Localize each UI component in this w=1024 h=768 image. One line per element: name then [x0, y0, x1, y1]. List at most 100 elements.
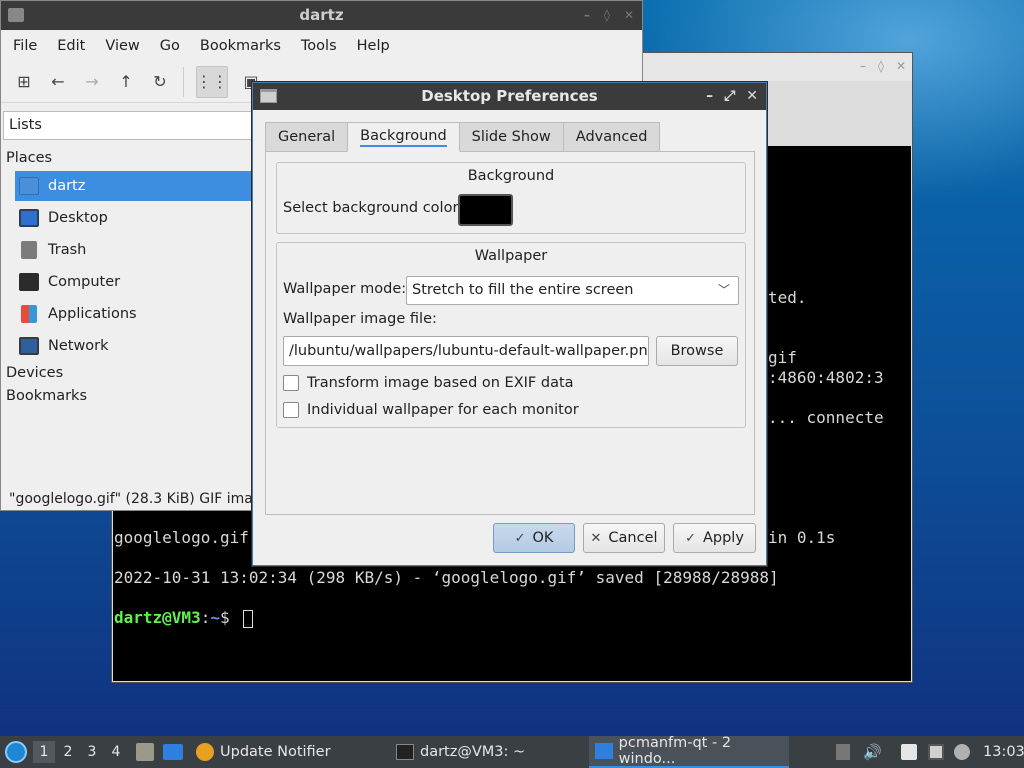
status-bar: "googlelogo.gif" (28.3 KiB) GIF image: [9, 491, 271, 507]
exif-checkbox-row[interactable]: Transform image based on EXIF data: [283, 375, 574, 391]
workspace-2[interactable]: 2: [57, 741, 79, 763]
folder-icon: [8, 8, 24, 22]
maximize-icon[interactable]: ◊: [878, 59, 884, 73]
exif-checkbox[interactable]: [283, 375, 299, 391]
show-desktop-icon[interactable]: [163, 744, 183, 760]
main-menu-button[interactable]: [5, 736, 27, 768]
browse-button[interactable]: Browse: [656, 336, 738, 366]
side-pane-mode-select[interactable]: Lists: [3, 111, 257, 140]
task-label: Update Notifier: [220, 744, 331, 760]
per-monitor-label: Individual wallpaper for each monitor: [307, 402, 579, 418]
prompt-separator: :: [200, 608, 211, 627]
dialog-titlebar[interactable]: Desktop Preferences – ⤢ ✕: [253, 83, 766, 110]
browse-label: Browse: [670, 343, 724, 359]
place-label: Network: [48, 338, 109, 354]
up-arrow-icon[interactable]: ↑: [115, 71, 137, 93]
workspace-4[interactable]: 4: [105, 741, 127, 763]
wallpaper-mode-label: Wallpaper mode:: [283, 281, 407, 297]
new-tab-icon[interactable]: ⊞: [13, 71, 35, 93]
task-pcmanfm[interactable]: pcmanfm-qt - 2 windo...: [589, 735, 789, 768]
place-item-network[interactable]: Network: [15, 331, 255, 361]
tab-advanced[interactable]: Advanced: [562, 122, 661, 152]
place-item-desktop[interactable]: Desktop: [15, 203, 255, 233]
icon-view-icon[interactable]: ⋮⋮: [196, 65, 228, 98]
volume-icon[interactable]: 🔊: [863, 744, 882, 760]
bookmarks-header[interactable]: Bookmarks: [6, 388, 87, 404]
menu-file[interactable]: File: [3, 38, 47, 54]
place-item-trash[interactable]: Trash: [15, 235, 255, 265]
computer-icon: [19, 273, 39, 291]
clipboard-icon[interactable]: [901, 744, 917, 760]
desktop-preferences-dialog[interactable]: Desktop Preferences – ⤢ ✕ General Backgr…: [252, 82, 767, 566]
folder-icon: [595, 743, 613, 759]
minimize-icon[interactable]: –: [860, 59, 866, 73]
minimize-icon[interactable]: –: [706, 83, 713, 110]
notification-icon[interactable]: [954, 744, 970, 760]
wallpaper-mode-select[interactable]: Stretch to fill the entire screen ﹀: [406, 276, 739, 305]
menu-edit[interactable]: Edit: [47, 38, 95, 54]
ok-label: OK: [532, 530, 554, 546]
updates-tray-icon[interactable]: [836, 744, 850, 760]
maximize-icon[interactable]: ⤢: [724, 83, 735, 110]
menu-bookmarks[interactable]: Bookmarks: [190, 38, 291, 54]
place-item-applications[interactable]: Applications: [15, 299, 255, 329]
close-icon[interactable]: ✕: [746, 83, 758, 110]
reload-icon[interactable]: ↻: [149, 71, 171, 93]
terminal-line: googlelogo.gif: [114, 528, 249, 547]
terminal-line: :4860:4802:3: [768, 368, 884, 387]
tab-slide-show[interactable]: Slide Show: [458, 122, 564, 152]
menu-tools[interactable]: Tools: [291, 38, 347, 54]
network-status-icon[interactable]: [928, 744, 944, 760]
update-notifier-icon: [196, 743, 214, 761]
per-monitor-checkbox-row[interactable]: Individual wallpaper for each monitor: [283, 402, 579, 418]
workspace-3[interactable]: 3: [81, 741, 103, 763]
apply-button[interactable]: ✓ Apply: [673, 523, 756, 553]
apply-label: Apply: [702, 530, 744, 546]
workspace-1[interactable]: 1: [33, 741, 55, 763]
file-manager-titlebar[interactable]: dartz – ◊ ✕: [1, 1, 642, 30]
places-header[interactable]: Places: [6, 150, 52, 166]
tab-general[interactable]: General: [265, 122, 349, 152]
menu-go[interactable]: Go: [150, 38, 190, 54]
minimize-icon[interactable]: –: [584, 1, 590, 30]
terminal-line: 2022-10-31 13:02:34 (298 KB/s) - ‘google…: [114, 568, 779, 587]
taskbar: 1 2 3 4 Update Notifier dartz@VM3: ~ pcm…: [0, 735, 1024, 768]
tab-label: Slide Show: [471, 129, 551, 145]
background-tab-panel: Background Select background color: Wall…: [265, 151, 755, 515]
forward-arrow-icon[interactable]: →: [81, 71, 103, 93]
wallpaper-file-input[interactable]: /lubuntu/wallpapers/lubuntu-default-wall…: [283, 336, 649, 366]
window-icon: [260, 89, 277, 103]
applications-icon: [21, 305, 37, 323]
close-icon[interactable]: ✕: [624, 1, 634, 30]
ok-button[interactable]: ✓ OK: [493, 523, 575, 553]
wallpaper-file-label: Wallpaper image file:: [283, 311, 437, 327]
tab-label: General: [278, 129, 336, 145]
dialog-title: Desktop Preferences: [421, 87, 598, 105]
task-terminal[interactable]: dartz@VM3: ~: [390, 736, 580, 768]
task-label: pcmanfm-qt - 2 windo...: [618, 735, 732, 767]
devices-header[interactable]: Devices: [6, 365, 63, 381]
task-update-notifier[interactable]: Update Notifier: [190, 736, 380, 768]
place-item-computer[interactable]: Computer: [15, 267, 255, 297]
maximize-icon[interactable]: ◊: [604, 1, 610, 30]
place-label: Computer: [48, 274, 121, 290]
back-arrow-icon[interactable]: ←: [47, 71, 69, 93]
per-monitor-checkbox[interactable]: [283, 402, 299, 418]
terminal-line: gif: [768, 348, 797, 367]
close-icon[interactable]: ✕: [896, 59, 906, 73]
file-manager-launcher-icon[interactable]: [136, 743, 154, 761]
group-title: Wallpaper: [474, 248, 548, 264]
group-title: Background: [467, 168, 555, 184]
cancel-button[interactable]: ✕ Cancel: [583, 523, 665, 553]
terminal-cursor: [243, 609, 254, 628]
window-title: dartz: [299, 6, 344, 24]
tab-background[interactable]: Background: [347, 122, 460, 152]
menu-view[interactable]: View: [95, 38, 149, 54]
checkmark-icon: ✓: [514, 530, 526, 546]
clock[interactable]: 13:03: [983, 736, 1024, 768]
menu-help[interactable]: Help: [347, 38, 400, 54]
network-icon: [19, 337, 39, 355]
lubuntu-logo-icon: [5, 741, 27, 763]
place-item-home[interactable]: dartz: [15, 171, 255, 201]
background-color-button[interactable]: [458, 194, 513, 226]
